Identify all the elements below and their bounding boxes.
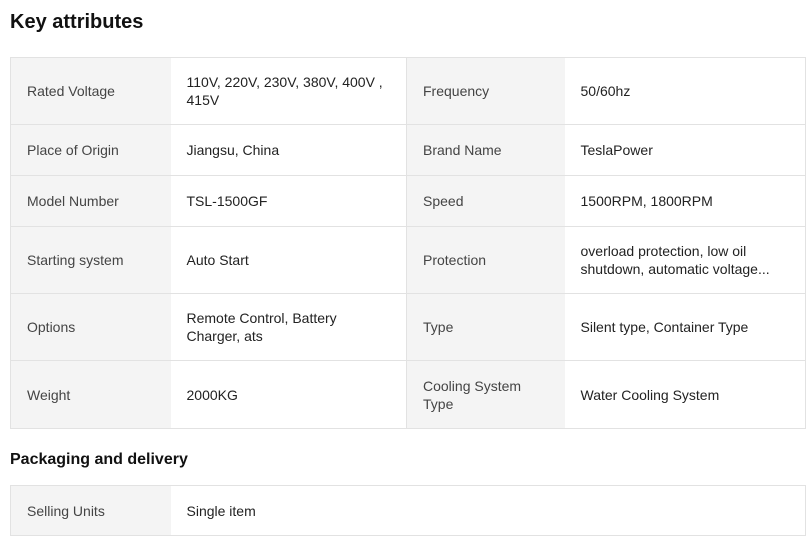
attribute-label: Frequency: [406, 57, 565, 125]
packaging-table: Selling Units Single item: [10, 485, 806, 536]
attribute-label: Cooling System Type: [406, 360, 565, 429]
attribute-value: Jiangsu, China: [170, 124, 407, 176]
attribute-value: TeslaPower: [564, 124, 806, 176]
attribute-label: Selling Units: [10, 485, 171, 536]
attribute-value: TSL-1500GF: [170, 175, 407, 227]
attribute-value: Silent type, Container Type: [564, 293, 806, 361]
attribute-label: Type: [406, 293, 565, 361]
attribute-label: Place of Origin: [10, 124, 171, 176]
attribute-value: Single item: [170, 485, 806, 536]
packaging-delivery-title: Packaging and delivery: [10, 451, 188, 468]
attribute-row: Selling Units Single item: [10, 485, 806, 536]
attribute-label: Speed: [406, 175, 565, 227]
attribute-row: Model Number TSL-1500GF Speed 1500RPM, 1…: [10, 175, 806, 227]
attribute-value: overload protection, low oil shutdown, a…: [564, 226, 806, 294]
attribute-label: Rated Voltage: [10, 57, 171, 125]
attribute-value: 50/60hz: [564, 57, 806, 125]
key-attributes-title: Key attributes: [10, 11, 144, 33]
attribute-value: 110V, 220V, 230V, 380V, 400V , 415V: [170, 57, 407, 125]
attribute-label: Model Number: [10, 175, 171, 227]
attribute-value: Remote Control, Battery Charger, ats: [170, 293, 407, 361]
attribute-row: Weight 2000KG Cooling System Type Water …: [10, 360, 806, 429]
attribute-label: Brand Name: [406, 124, 565, 176]
attribute-label: Protection: [406, 226, 565, 294]
attribute-value: Auto Start: [170, 226, 407, 294]
attribute-value: 2000KG: [170, 360, 407, 429]
attribute-value-text: overload protection, low oil shutdown, a…: [580, 243, 770, 277]
attribute-row: Rated Voltage 110V, 220V, 230V, 380V, 40…: [10, 57, 806, 125]
attribute-value: 1500RPM, 1800RPM: [564, 175, 806, 227]
attribute-label: Weight: [10, 360, 171, 429]
attribute-row: Options Remote Control, Battery Charger,…: [10, 293, 806, 361]
key-attributes-table: Rated Voltage 110V, 220V, 230V, 380V, 40…: [10, 57, 806, 429]
attribute-row: Place of Origin Jiangsu, China Brand Nam…: [10, 124, 806, 176]
attribute-label: Starting system: [10, 226, 171, 294]
attribute-label: Options: [10, 293, 171, 361]
attribute-row: Starting system Auto Start Protection ov…: [10, 226, 806, 294]
attribute-value: Water Cooling System: [564, 360, 806, 429]
